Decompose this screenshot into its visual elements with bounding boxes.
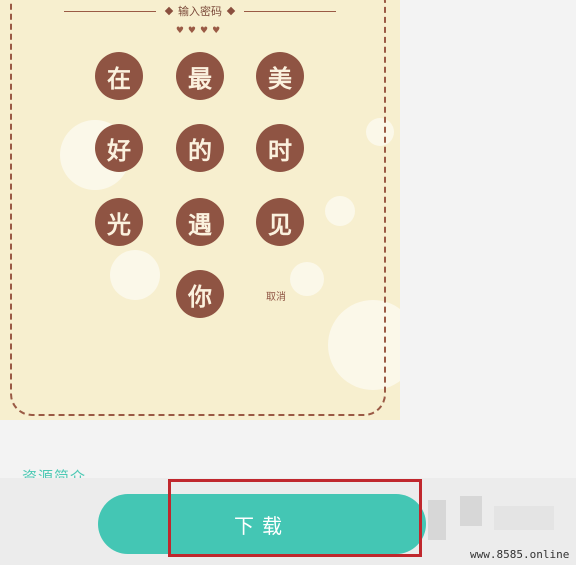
password-title: 输入密码	[164, 3, 236, 19]
password-dots: ♥♥♥♥	[175, 26, 225, 36]
key-5[interactable]: 时	[256, 124, 304, 172]
watermark-block	[428, 500, 446, 540]
key-7[interactable]: 遇	[176, 198, 224, 246]
key-4[interactable]: 的	[176, 124, 224, 172]
key-2[interactable]: 美	[256, 52, 304, 100]
title-divider	[244, 10, 336, 12]
watermark-block	[494, 506, 554, 530]
watermark-block	[460, 496, 482, 526]
key-1[interactable]: 最	[176, 52, 224, 100]
lock-screen-panel: 输入密码 ♥♥♥♥ 在 最 美 好 的 时 光 遇 见 你 取消	[0, 0, 400, 420]
download-button[interactable]: 下载	[98, 494, 426, 554]
title-divider	[64, 10, 156, 12]
key-6[interactable]: 光	[95, 198, 143, 246]
password-title-row: 输入密码	[0, 0, 400, 22]
key-0[interactable]: 在	[95, 52, 143, 100]
diamond-icon	[226, 6, 236, 16]
key-3[interactable]: 好	[95, 124, 143, 172]
key-8[interactable]: 见	[256, 198, 304, 246]
key-9[interactable]: 你	[176, 270, 224, 318]
watermark-text: www.8585.online	[470, 548, 570, 561]
cancel-button[interactable]: 取消	[266, 288, 286, 303]
password-title-text: 输入密码	[178, 5, 222, 18]
diamond-icon	[164, 6, 174, 16]
